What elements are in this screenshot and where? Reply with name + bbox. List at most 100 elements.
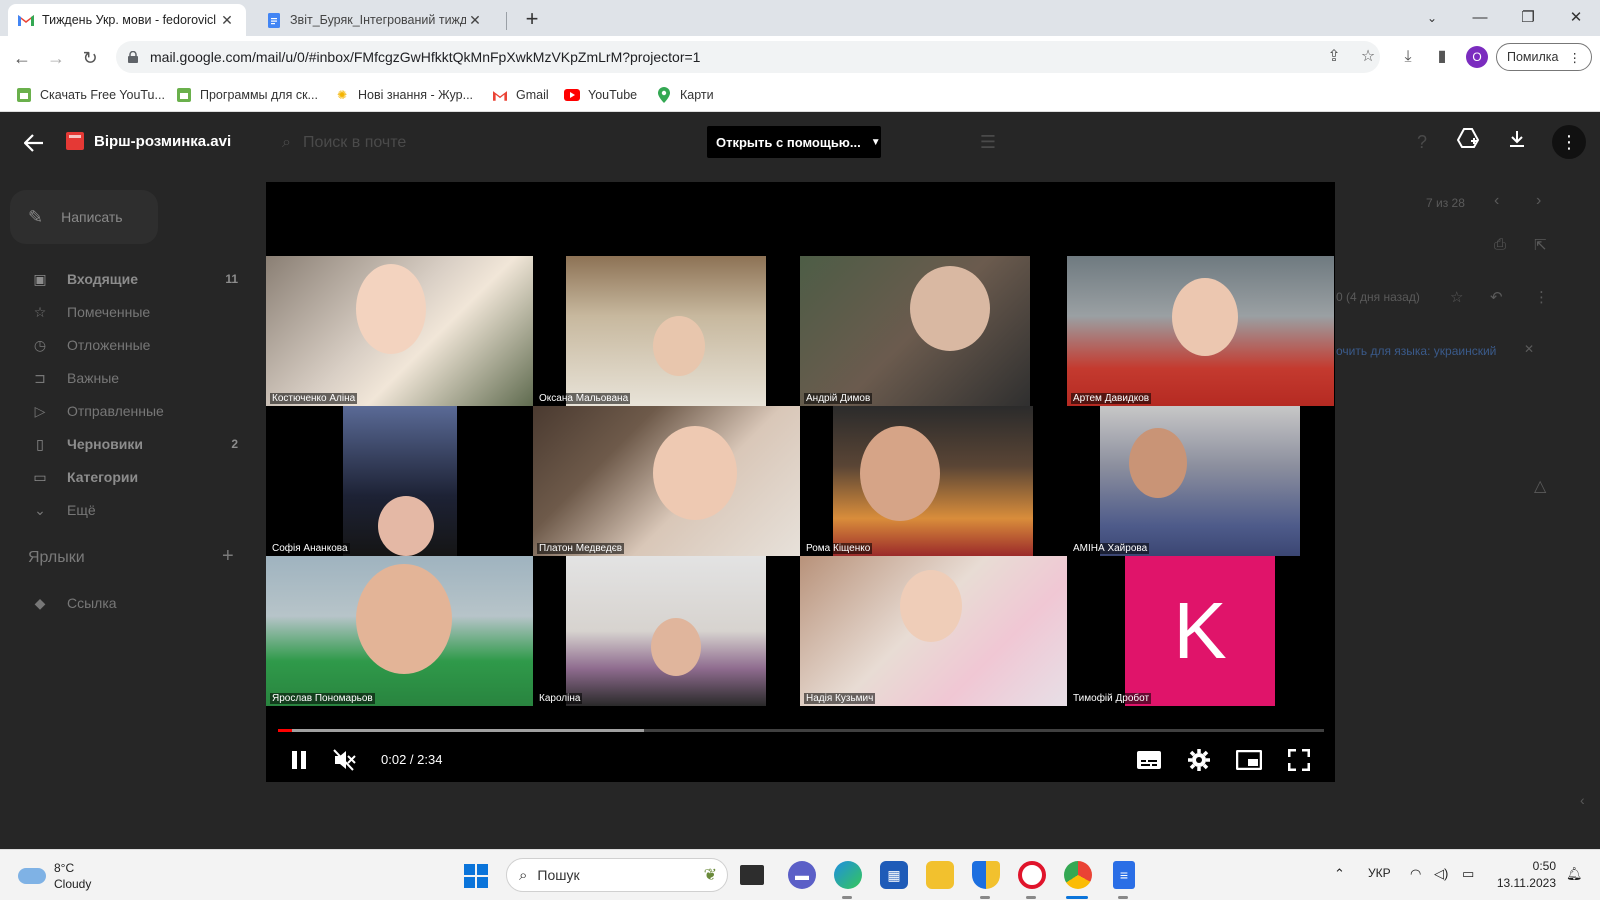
participant-tile: Рома Кіщенко — [800, 406, 1067, 556]
battery-icon[interactable]: ▭ — [1462, 866, 1474, 882]
bookmark-label: Gmail — [516, 88, 549, 102]
bookmark-item[interactable]: ✺ Нові знання - Жур... — [334, 87, 473, 103]
tab-search-icon[interactable]: ⌄ — [1410, 4, 1454, 32]
bookmark-star-icon[interactable]: ☆ — [1356, 45, 1380, 69]
search-placeholder: Поиск в почте — [302, 134, 407, 151]
chevron-left-icon[interactable]: ‹ — [1494, 192, 1499, 210]
open-new-window-icon[interactable]: ⇱ — [1534, 236, 1547, 254]
url-text: mail.google.com/mail/u/0/#inbox/FMfcgzGw… — [150, 49, 701, 65]
edge-browser-icon[interactable] — [834, 861, 862, 889]
translate-link[interactable]: очить для языка: украинский — [1336, 344, 1496, 358]
wifi-icon[interactable]: ◠ — [1410, 866, 1421, 882]
address-bar[interactable]: mail.google.com/mail/u/0/#inbox/FMfcgzGw… — [116, 41, 1380, 73]
star-icon[interactable]: ☆ — [1450, 288, 1463, 306]
progress-buffered — [278, 729, 645, 732]
security-shield-icon[interactable] — [972, 861, 1000, 889]
error-button[interactable]: Помилка ⋮ — [1496, 43, 1592, 71]
download-icon[interactable]: ⤓ — [1396, 45, 1420, 69]
close-icon[interactable]: ✕ — [1524, 342, 1534, 356]
video-progress-bar[interactable] — [278, 729, 1324, 732]
inbox-icon: ▣ — [33, 270, 47, 287]
sidebar-item-label: Входящие — [67, 271, 138, 287]
windows-start-icon[interactable] — [464, 864, 488, 888]
participant-face — [910, 266, 990, 351]
opera-browser-icon[interactable] — [1018, 861, 1046, 889]
compose-button[interactable]: ✎ Написать — [10, 190, 158, 244]
pause-button[interactable] — [284, 742, 314, 778]
close-window-button[interactable]: ✕ — [1554, 4, 1598, 32]
tab-gmail[interactable]: Тиждень Укр. мови - fedorovicl ✕ — [8, 4, 246, 36]
open-with-button[interactable]: Открыть с помощью... ▼ — [707, 126, 881, 158]
close-icon[interactable]: ✕ — [218, 12, 236, 29]
language-indicator[interactable]: УКР — [1368, 866, 1391, 880]
sidebar-item-label: Черновики — [67, 436, 144, 452]
profile-avatar[interactable]: O — [1466, 46, 1488, 68]
notification-bell-icon[interactable]: 🔔︎ — [1566, 866, 1583, 882]
store-icon[interactable]: ▦ — [880, 861, 908, 889]
task-view-icon[interactable] — [740, 865, 764, 885]
docs-app-icon[interactable]: ≡ — [1113, 861, 1135, 889]
sidebar-label-link[interactable]: ◆ Ссылка — [0, 588, 250, 618]
settings-gear-icon[interactable] — [1184, 742, 1214, 778]
teams-chat-icon[interactable]: ▬ — [788, 861, 816, 889]
bookmark-item[interactable]: Программы для ск... — [176, 87, 318, 103]
sidebar-item-more[interactable]: ⌄ Ещё — [0, 495, 250, 525]
sidebar-item-sent[interactable]: ▷ Отправленные — [0, 396, 250, 426]
video-player[interactable]: Костюченко Аліна Оксана Мальована Андрій… — [266, 182, 1335, 782]
bookmark-item[interactable]: Скачать Free YouTu... — [16, 87, 165, 103]
participant-face — [653, 426, 737, 520]
tab-docs[interactable]: Звіт_Буряк_Інтегрований тижд ✕ — [256, 4, 494, 36]
add-label-button[interactable]: + — [222, 545, 234, 568]
windows-taskbar: 8°C Cloudy ⌕ Пошук ❦ ▬ ▦ ≡ ⌃ УКР ◠ ◁) ▭ … — [0, 849, 1600, 900]
file-explorer-icon[interactable] — [926, 861, 954, 889]
system-clock[interactable]: 0:50 13.11.2023 — [1490, 858, 1556, 892]
bookmarks-bar: Скачать Free YouTu... Программы для ск..… — [0, 79, 1600, 112]
download-icon[interactable] — [1503, 128, 1531, 156]
sidebar-item-categories[interactable]: ▭ Категории — [0, 462, 250, 492]
reload-icon[interactable]: ↻ — [76, 44, 104, 72]
chevron-right-icon[interactable]: › — [1536, 192, 1541, 210]
sidebar-item-important[interactable]: ⊐ Важные — [0, 363, 250, 393]
minimize-button[interactable]: — — [1458, 4, 1502, 32]
maximize-button[interactable]: ❐ — [1506, 4, 1550, 32]
weather-widget[interactable]: 8°C Cloudy — [18, 860, 91, 892]
close-icon[interactable]: ✕ — [466, 12, 484, 29]
add-to-drive-icon[interactable]: △ — [1534, 476, 1546, 496]
print-icon[interactable]: ⎙ — [1494, 236, 1506, 253]
tab-title: Тиждень Укр. мови - fedorovicl — [42, 13, 217, 27]
participant-name: Андрій Димов — [804, 393, 873, 404]
add-to-drive-icon[interactable] — [1454, 128, 1482, 156]
back-arrow-icon[interactable] — [23, 132, 44, 158]
more-vert-icon[interactable]: ⋮ — [1552, 125, 1586, 159]
taskbar-search[interactable]: ⌕ Пошук ❦ — [506, 858, 728, 892]
time-display: 0:02 / 2:34 — [381, 752, 443, 767]
bookmark-item[interactable]: Gmail — [492, 87, 549, 103]
weather-temperature: 8°C — [54, 861, 75, 875]
forward-arrow-icon[interactable]: → — [42, 44, 70, 72]
side-panel-toggle-icon[interactable]: ‹ — [1580, 792, 1585, 808]
new-tab-button[interactable]: + — [518, 6, 546, 34]
bookmark-item[interactable]: YouTube — [564, 87, 637, 103]
participant-tile: Костюченко Аліна — [266, 256, 533, 406]
bookmark-item[interactable]: Карти — [656, 87, 714, 103]
sidebar-item-drafts[interactable]: ▯ Черновики 2 — [0, 429, 250, 459]
side-panel-icon[interactable]: ▮ — [1430, 45, 1454, 69]
participant-name: Надія Кузьмич — [804, 693, 876, 704]
reply-icon[interactable]: ↶ — [1490, 288, 1503, 306]
weather-description: Cloudy — [54, 877, 92, 891]
miniplayer-icon[interactable] — [1234, 742, 1264, 778]
mute-icon[interactable] — [330, 742, 360, 778]
bookmark-label: Нові знання - Жур... — [358, 88, 474, 102]
sidebar-item-snoozed[interactable]: ◷ Отложенные — [0, 330, 250, 360]
search-highlight-icon: ❦ — [703, 867, 717, 884]
subtitles-icon[interactable] — [1134, 742, 1164, 778]
more-vert-icon[interactable]: ⋮ — [1534, 288, 1549, 306]
fullscreen-icon[interactable] — [1284, 742, 1314, 778]
sidebar-item-starred[interactable]: ☆ Помеченные — [0, 297, 250, 327]
back-arrow-icon[interactable]: ← — [8, 44, 36, 72]
tray-chevron-up-icon[interactable]: ⌃ — [1334, 866, 1345, 882]
share-icon[interactable]: ⇪ — [1322, 45, 1346, 69]
volume-icon[interactable]: ◁) — [1434, 866, 1448, 882]
chrome-browser-icon[interactable] — [1064, 861, 1092, 889]
sidebar-item-inbox[interactable]: ▣ Входящие 11 — [0, 264, 250, 294]
